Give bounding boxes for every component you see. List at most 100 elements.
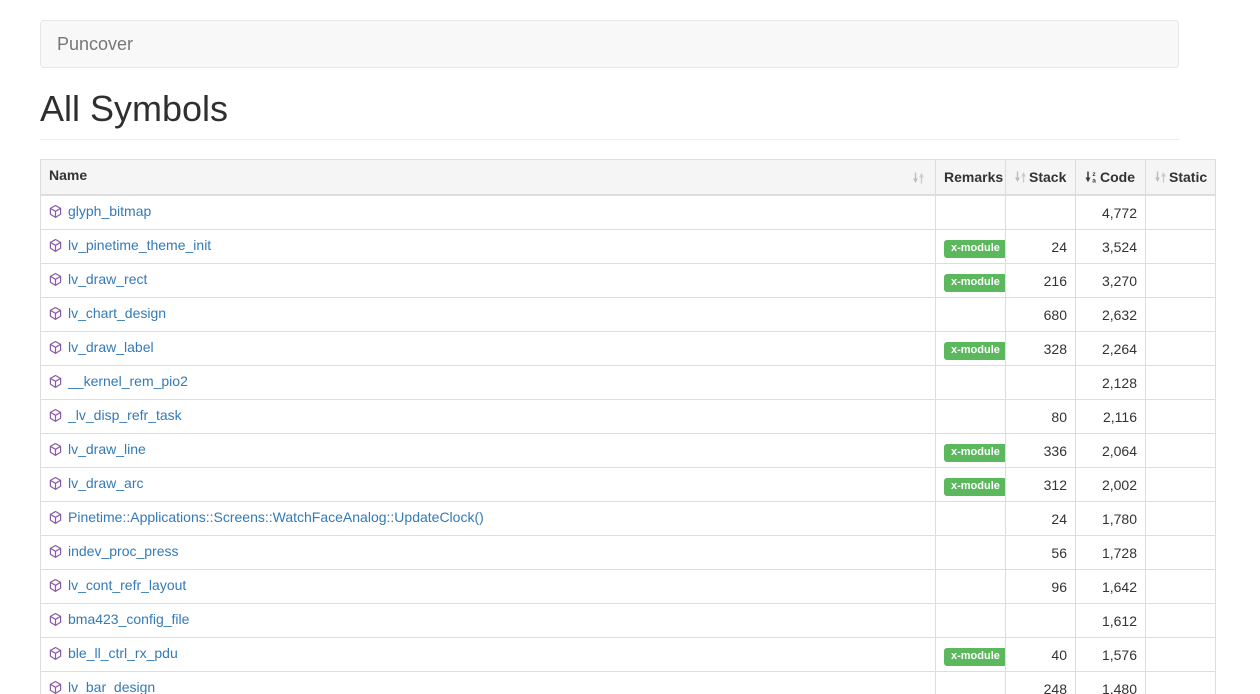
column-label-name: Name (49, 167, 87, 183)
symbol-cube-icon (49, 340, 62, 360)
symbol-link[interactable]: lv_draw_line (68, 441, 146, 457)
name-cell: lv_cont_refr_layout (41, 570, 936, 604)
remarks-cell: x-module (936, 230, 1006, 264)
static-cell (1146, 332, 1216, 366)
symbol-link[interactable]: lv_draw_arc (68, 475, 143, 491)
column-header-name[interactable]: Name (41, 160, 936, 196)
code-cell: 2,002 (1076, 468, 1146, 502)
static-cell (1146, 672, 1216, 694)
table-row: lv_pinetime_theme_init x-module 24 3,524 (41, 230, 1216, 264)
table-row: lv_draw_arc x-module 312 2,002 (41, 468, 1216, 502)
name-cell: Pinetime::Applications::Screens::WatchFa… (41, 502, 936, 536)
remarks-cell (936, 195, 1006, 230)
symbol-link[interactable]: indev_proc_press (68, 543, 179, 559)
stack-cell: 56 (1006, 536, 1076, 570)
symbols-table: Name Remarks Stack (40, 159, 1216, 694)
code-cell: 3,270 (1076, 264, 1146, 298)
table-row: bma423_config_file 1,612 (41, 604, 1216, 638)
x-module-badge: x-module (944, 274, 1006, 292)
name-cell: _lv_disp_refr_task (41, 400, 936, 434)
name-cell: lv_draw_arc (41, 468, 936, 502)
code-cell: 1,728 (1076, 536, 1146, 570)
name-cell: lv_draw_rect (41, 264, 936, 298)
table-row: glyph_bitmap 4,772 (41, 195, 1216, 230)
code-cell: 4,772 (1076, 195, 1146, 230)
symbol-link[interactable]: lv_pinetime_theme_init (68, 237, 211, 253)
static-cell (1146, 434, 1216, 468)
symbol-link[interactable]: lv_draw_rect (68, 271, 147, 287)
symbol-link[interactable]: _lv_disp_refr_task (68, 407, 182, 423)
stack-cell: 336 (1006, 434, 1076, 468)
table-row: lv_draw_rect x-module 216 3,270 (41, 264, 1216, 298)
remarks-cell (936, 400, 1006, 434)
symbol-link[interactable]: bma423_config_file (68, 611, 189, 627)
symbol-link[interactable]: __kernel_rem_pio2 (68, 373, 188, 389)
symbol-link[interactable]: lv_cont_refr_layout (68, 577, 186, 593)
static-cell (1146, 366, 1216, 400)
code-cell: 2,116 (1076, 400, 1146, 434)
table-row: indev_proc_press 56 1,728 (41, 536, 1216, 570)
remarks-cell (936, 366, 1006, 400)
symbol-cube-icon (49, 442, 62, 462)
name-cell: lv_chart_design (41, 298, 936, 332)
page-title: All Symbols (40, 89, 1180, 129)
column-header-static[interactable]: Static (1146, 160, 1216, 196)
symbol-cube-icon (49, 408, 62, 428)
symbol-cube-icon (49, 510, 62, 530)
stack-cell: 680 (1006, 298, 1076, 332)
name-cell: indev_proc_press (41, 536, 936, 570)
stack-cell: 312 (1006, 468, 1076, 502)
stack-cell: 248 (1006, 672, 1076, 694)
static-cell (1146, 400, 1216, 434)
x-module-badge: x-module (944, 444, 1006, 462)
sort-unsorted-icon (1154, 168, 1167, 188)
code-cell: 2,632 (1076, 298, 1146, 332)
symbol-cube-icon (49, 374, 62, 394)
stack-cell: 80 (1006, 400, 1076, 434)
x-module-badge: x-module (944, 240, 1006, 258)
stack-cell (1006, 366, 1076, 400)
remarks-cell (936, 536, 1006, 570)
static-cell (1146, 536, 1216, 570)
symbol-link[interactable]: ble_ll_ctrl_rx_pdu (68, 645, 178, 661)
symbol-link[interactable]: lv_bar_design (68, 679, 155, 694)
code-cell: 3,524 (1076, 230, 1146, 264)
symbol-cube-icon (49, 680, 62, 694)
code-cell: 2,128 (1076, 366, 1146, 400)
name-cell: lv_pinetime_theme_init (41, 230, 936, 264)
code-cell: 2,064 (1076, 434, 1146, 468)
column-header-remarks[interactable]: Remarks (936, 160, 1006, 196)
divider (40, 139, 1180, 140)
symbol-link[interactable]: glyph_bitmap (68, 203, 151, 219)
symbol-link[interactable]: Pinetime::Applications::Screens::WatchFa… (68, 509, 484, 525)
stack-cell: 96 (1006, 570, 1076, 604)
brand-link[interactable]: Puncover (41, 34, 149, 55)
static-cell (1146, 570, 1216, 604)
column-header-code[interactable]: z a Code (1076, 160, 1146, 196)
static-cell (1146, 468, 1216, 502)
symbol-cube-icon (49, 306, 62, 326)
table-row: ble_ll_ctrl_rx_pdu x-module 40 1,576 (41, 638, 1216, 672)
code-cell: 1,612 (1076, 604, 1146, 638)
symbol-cube-icon (49, 612, 62, 632)
remarks-cell: x-module (936, 434, 1006, 468)
symbol-link[interactable]: lv_chart_design (68, 305, 166, 321)
code-cell: 1,480 (1076, 672, 1146, 694)
column-header-stack[interactable]: Stack (1006, 160, 1076, 196)
stack-cell: 216 (1006, 264, 1076, 298)
table-header-row: Name Remarks Stack (41, 160, 1216, 196)
symbol-link[interactable]: lv_draw_label (68, 339, 154, 355)
table-row: lv_draw_line x-module 336 2,064 (41, 434, 1216, 468)
table-row: lv_draw_label x-module 328 2,264 (41, 332, 1216, 366)
stack-cell: 40 (1006, 638, 1076, 672)
stack-cell: 24 (1006, 502, 1076, 536)
x-module-badge: x-module (944, 478, 1006, 496)
sort-unsorted-icon (912, 169, 925, 189)
static-cell (1146, 230, 1216, 264)
remarks-cell: x-module (936, 332, 1006, 366)
symbol-cube-icon (49, 272, 62, 292)
remarks-cell: x-module (936, 468, 1006, 502)
table-row: lv_chart_design 680 2,632 (41, 298, 1216, 332)
static-cell (1146, 195, 1216, 230)
table-row: lv_bar_design 248 1,480 (41, 672, 1216, 694)
